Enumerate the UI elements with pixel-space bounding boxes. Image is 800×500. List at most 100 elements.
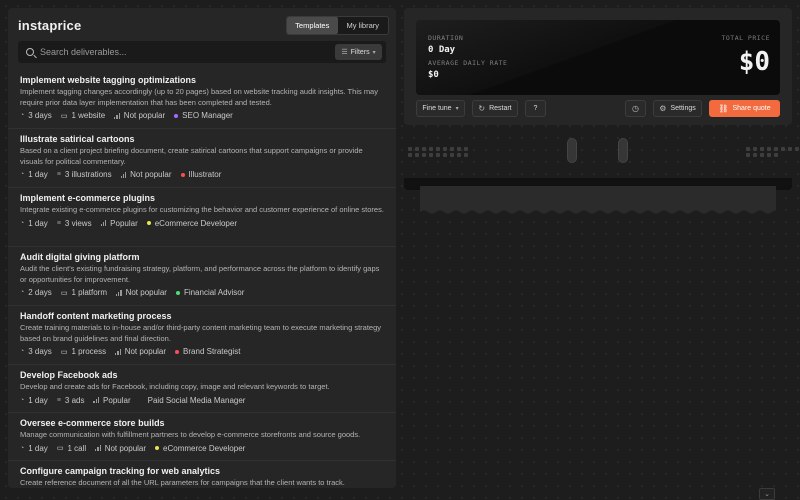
filter-icon: ☰ bbox=[341, 49, 348, 56]
list-item[interactable]: Configure campaign tracking for web anal… bbox=[8, 461, 396, 488]
deliverables-panel: instaprice Templates My library ☰ Filter… bbox=[8, 8, 396, 488]
total-price-value: $0 bbox=[738, 47, 770, 77]
quote-display: DURATION 0 Day AVERAGE DAILY RATE $0 TOT… bbox=[416, 20, 780, 95]
list-item[interactable]: Implement website tagging optimizations … bbox=[8, 70, 396, 129]
clock-icon: ◔ bbox=[20, 444, 25, 452]
item-popularity: Popular bbox=[100, 219, 138, 228]
restart-button[interactable]: ↻ Restart bbox=[472, 100, 518, 117]
item-role: SEO Manager bbox=[174, 111, 233, 120]
list-icon: ≡ bbox=[56, 171, 61, 178]
duration-label: DURATION bbox=[428, 34, 464, 42]
clock-icon: ◔ bbox=[20, 348, 25, 355]
fine-tune-label: Fine tune bbox=[422, 105, 452, 112]
popularity-icon bbox=[93, 397, 100, 403]
item-description: Create training materials to in-house an… bbox=[20, 323, 382, 343]
list-item[interactable]: Illustrate satirical cartoons Based on a… bbox=[8, 129, 396, 188]
item-description: Integrate existing e-commerce plugins fo… bbox=[20, 205, 384, 214]
list-item[interactable]: Handoff content marketing process Create… bbox=[8, 306, 396, 365]
settings-button[interactable]: ⚙ Settings bbox=[653, 100, 702, 117]
daily-rate-value: $0 bbox=[428, 70, 439, 80]
item-duration: ◔ 1 day bbox=[20, 218, 48, 228]
role-dot bbox=[174, 113, 179, 118]
item-meta: ◔ 1 day ▭ 1 call Not popular eCommerce Dev… bbox=[20, 444, 384, 453]
list-item[interactable]: Audit digital giving platform Audit the … bbox=[8, 247, 396, 306]
search-input[interactable] bbox=[40, 47, 300, 57]
item-title: Configure campaign tracking for web anal… bbox=[20, 466, 221, 476]
item-description: Create reference document of all the URL… bbox=[20, 478, 345, 487]
list-item[interactable]: Oversee e-commerce store builds Manage c… bbox=[8, 413, 396, 461]
item-popularity: Not popular bbox=[116, 288, 167, 297]
printer-body bbox=[404, 132, 799, 176]
clock-icon: ◔ bbox=[20, 396, 25, 404]
item-quantity: ▭ 1 website bbox=[60, 111, 106, 120]
item-popularity: Not popular bbox=[115, 347, 166, 356]
item-title: Illustrate satirical cartoons bbox=[20, 134, 135, 144]
restart-icon: ↻ bbox=[478, 104, 486, 113]
popularity-icon bbox=[120, 171, 127, 178]
item-description: Based on a client project briefing docum… bbox=[20, 146, 363, 166]
clock-icon: ◔ bbox=[20, 289, 25, 296]
item-popularity: Not popular bbox=[95, 444, 146, 453]
item-role: Illustrator bbox=[180, 170, 221, 179]
view-switch: Templates My library bbox=[286, 16, 389, 35]
item-meta: ◔ 3 days ▭ 1 website Not popular SEO Manag… bbox=[20, 111, 384, 120]
link-icon: ⛓ bbox=[718, 104, 729, 113]
fine-tune-button[interactable]: Fine tune ▾ bbox=[416, 100, 465, 117]
quote-panel: DURATION 0 Day AVERAGE DAILY RATE $0 TOT… bbox=[404, 8, 792, 125]
item-popularity: Not popular bbox=[120, 170, 172, 179]
clock-icon: ◔ bbox=[20, 112, 25, 119]
list-item[interactable]: Implement e-commerce plugins Integrate e… bbox=[8, 188, 396, 247]
popularity-icon bbox=[116, 289, 122, 296]
unit-icon: ▭ bbox=[60, 112, 68, 120]
popularity-icon bbox=[100, 220, 107, 226]
filters-button[interactable]: ☰ Filters ▾ bbox=[335, 44, 382, 60]
item-quantity: ≡ 3 ads bbox=[56, 395, 85, 405]
item-duration: ◔ 3 days bbox=[20, 347, 52, 356]
share-quote-button[interactable]: ⛓ Share quote bbox=[709, 100, 780, 117]
help-button[interactable]: ? bbox=[525, 100, 546, 117]
item-quantity: ▭ 1 process bbox=[60, 347, 107, 356]
item-title: Implement website tagging optimizations bbox=[20, 75, 197, 85]
unit-icon: ▭ bbox=[60, 289, 68, 297]
item-quantity: ≡ 3 illustrations bbox=[56, 170, 112, 179]
item-title: Oversee e-commerce store builds bbox=[20, 418, 165, 428]
list-icon: ≡ bbox=[56, 219, 61, 227]
quote-controls: Fine tune ▾ ↻ Restart ? ◷ ⚙ Settings ⛓ S… bbox=[416, 100, 780, 117]
share-quote-label: Share quote bbox=[732, 105, 771, 112]
duration-value: 0 Day bbox=[428, 45, 456, 55]
clock-icon: ◔ bbox=[20, 219, 25, 227]
popularity-icon bbox=[114, 112, 120, 119]
item-role: Brand Strategist bbox=[175, 347, 240, 356]
deliverables-list: Implement website tagging optimizations … bbox=[8, 70, 396, 488]
role-dot bbox=[175, 349, 180, 354]
receipt-paper bbox=[420, 186, 776, 214]
item-description: Develop and create ads for Facebook, inc… bbox=[20, 382, 330, 391]
tab-my-library[interactable]: My library bbox=[338, 17, 389, 34]
item-popularity: Not popular bbox=[114, 111, 165, 120]
item-role: eCommerce Developer bbox=[155, 444, 245, 453]
item-description: Manage communication with fulfillment pa… bbox=[20, 430, 361, 439]
vent-grille-left bbox=[408, 147, 468, 157]
item-role: Paid Social Media Manager bbox=[139, 396, 245, 405]
list-item[interactable]: Develop Facebook ads Develop and create … bbox=[8, 365, 396, 413]
chevron-down-icon[interactable]: ⌄ bbox=[759, 488, 775, 500]
item-description: Audit the client's existing fundraising … bbox=[20, 264, 380, 284]
item-meta: ◔ 3 days ▭ 1 process Not popular Brand Str… bbox=[20, 347, 384, 356]
item-duration: ◔ 1 day bbox=[20, 443, 48, 453]
vent-grille-right bbox=[746, 147, 800, 157]
item-title: Develop Facebook ads bbox=[20, 370, 118, 380]
item-meta: ◔ 1 day ≡ 3 illustrations Not popular Illu… bbox=[20, 170, 384, 179]
unit-icon: ▭ bbox=[56, 445, 64, 452]
role-dot bbox=[139, 398, 144, 402]
item-duration: ◔ 2 days bbox=[20, 288, 52, 297]
role-dot bbox=[180, 172, 185, 177]
item-role: eCommerce Developer bbox=[146, 219, 237, 228]
item-quantity: ▭ 1 call bbox=[56, 443, 87, 453]
history-button[interactable]: ◷ bbox=[625, 100, 646, 117]
item-quantity: ≡ 3 views bbox=[56, 218, 92, 228]
item-meta: ◔ 1 day ≡ 3 ads Popular Paid Social Media … bbox=[20, 396, 384, 405]
restart-label: Restart bbox=[489, 105, 512, 112]
tab-templates[interactable]: Templates bbox=[287, 17, 338, 34]
item-title: Handoff content marketing process bbox=[20, 311, 172, 321]
item-popularity: Popular bbox=[93, 396, 131, 405]
